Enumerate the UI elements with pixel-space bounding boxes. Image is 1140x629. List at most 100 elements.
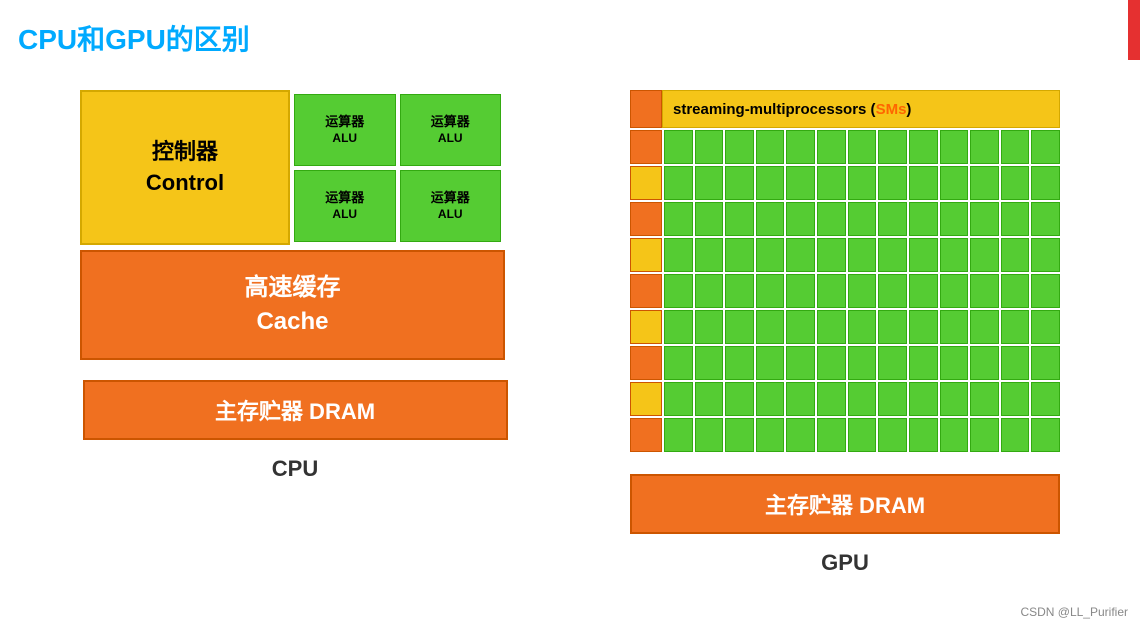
alu-box-3: 运算器 ALU <box>294 170 396 242</box>
gpu-green-cells <box>664 418 1060 452</box>
gpu-cell <box>1031 238 1060 272</box>
gpu-cell <box>940 238 969 272</box>
gpu-cell <box>909 382 938 416</box>
gpu-cell <box>695 166 724 200</box>
gpu-cell <box>817 130 846 164</box>
gpu-cell <box>940 346 969 380</box>
gpu-left-cell <box>630 130 662 164</box>
gpu-cell <box>817 274 846 308</box>
gpu-cell <box>695 202 724 236</box>
gpu-cell <box>695 346 724 380</box>
gpu-label: GPU <box>821 550 869 576</box>
gpu-cell <box>1001 382 1030 416</box>
control-box: 控制器 Control <box>80 90 290 245</box>
gpu-cell <box>756 130 785 164</box>
gpu-row <box>630 202 1060 236</box>
gpu-green-cells <box>664 346 1060 380</box>
gpu-cell <box>695 418 724 452</box>
sm-label-row: streaming-multiprocessors (SMs) <box>630 90 1060 128</box>
gpu-cell <box>756 310 785 344</box>
gpu-cell <box>725 274 754 308</box>
cpu-diagram: 控制器 Control 运算器 ALU 运算器 ALU 运算器 ALU <box>80 90 510 576</box>
gpu-cell <box>878 346 907 380</box>
gpu-row <box>630 166 1060 200</box>
gpu-cell <box>786 310 815 344</box>
gpu-cell <box>970 166 999 200</box>
gpu-cell <box>940 202 969 236</box>
gpu-cell <box>909 418 938 452</box>
gpu-cell <box>909 130 938 164</box>
gpu-cell <box>940 274 969 308</box>
gpu-cell <box>970 274 999 308</box>
gpu-cell <box>848 418 877 452</box>
sm-label-close: ) <box>906 101 911 118</box>
red-bar <box>1128 0 1140 60</box>
gpu-cell <box>878 310 907 344</box>
gpu-cell <box>1001 274 1030 308</box>
gpu-green-cells <box>664 130 1060 164</box>
gpu-dram-box: 主存贮器 DRAM <box>630 474 1060 534</box>
alu-grid: 运算器 ALU 运算器 ALU 运算器 ALU 运算器 ALU <box>290 90 505 246</box>
gpu-cell <box>817 418 846 452</box>
gpu-cell <box>909 274 938 308</box>
gpu-cell <box>1001 202 1030 236</box>
gpu-cell <box>725 382 754 416</box>
gpu-cell <box>817 346 846 380</box>
gpu-cell <box>1001 238 1030 272</box>
gpu-cell <box>756 274 785 308</box>
gpu-cell <box>970 238 999 272</box>
gpu-cell <box>664 130 693 164</box>
gpu-cell <box>695 310 724 344</box>
gpu-cell <box>970 382 999 416</box>
gpu-cell <box>786 274 815 308</box>
cpu-label: CPU <box>272 456 318 482</box>
gpu-cell <box>848 202 877 236</box>
control-en: Control <box>146 168 224 199</box>
gpu-cell <box>695 238 724 272</box>
alu-box-4: 运算器 ALU <box>400 170 502 242</box>
gpu-cell <box>756 418 785 452</box>
gpu-cell <box>725 418 754 452</box>
gpu-green-cells <box>664 310 1060 344</box>
sm-label-prefix: streaming-multiprocessors ( <box>673 101 876 118</box>
gpu-row <box>630 310 1060 344</box>
gpu-cell <box>756 382 785 416</box>
gpu-cell <box>878 382 907 416</box>
control-zh: 控制器 <box>152 137 218 168</box>
gpu-cell <box>786 130 815 164</box>
gpu-cell <box>848 166 877 200</box>
gpu-cell <box>1001 310 1030 344</box>
gpu-cell <box>1001 418 1030 452</box>
gpu-cell <box>664 202 693 236</box>
gpu-cell <box>756 202 785 236</box>
gpu-cell <box>909 238 938 272</box>
gpu-row <box>630 418 1060 452</box>
gpu-cell <box>725 238 754 272</box>
alu-box-1: 运算器 ALU <box>294 94 396 166</box>
gpu-cell <box>970 418 999 452</box>
sm-sms: SMs <box>876 101 907 118</box>
gpu-green-cells <box>664 166 1060 200</box>
gpu-cell <box>725 130 754 164</box>
gpu-cell <box>756 238 785 272</box>
gpu-cell <box>878 130 907 164</box>
gpu-cell <box>664 346 693 380</box>
gpu-cell <box>848 274 877 308</box>
gpu-row <box>630 130 1060 164</box>
gpu-row <box>630 274 1060 308</box>
gpu-cell <box>848 238 877 272</box>
gpu-cell <box>1001 346 1030 380</box>
gpu-cell <box>909 346 938 380</box>
gpu-cell <box>1031 310 1060 344</box>
title: CPU和GPU的区别 <box>18 18 250 58</box>
gpu-cell <box>664 382 693 416</box>
gpu-green-cells <box>664 274 1060 308</box>
gpu-cell <box>786 166 815 200</box>
gpu-cell <box>817 238 846 272</box>
gpu-grid-area <box>630 130 1060 454</box>
gpu-cell <box>817 382 846 416</box>
gpu-cell <box>786 202 815 236</box>
cache-box: 高速缓存 Cache <box>80 250 505 360</box>
gpu-left-cell <box>630 382 662 416</box>
gpu-cell <box>756 346 785 380</box>
